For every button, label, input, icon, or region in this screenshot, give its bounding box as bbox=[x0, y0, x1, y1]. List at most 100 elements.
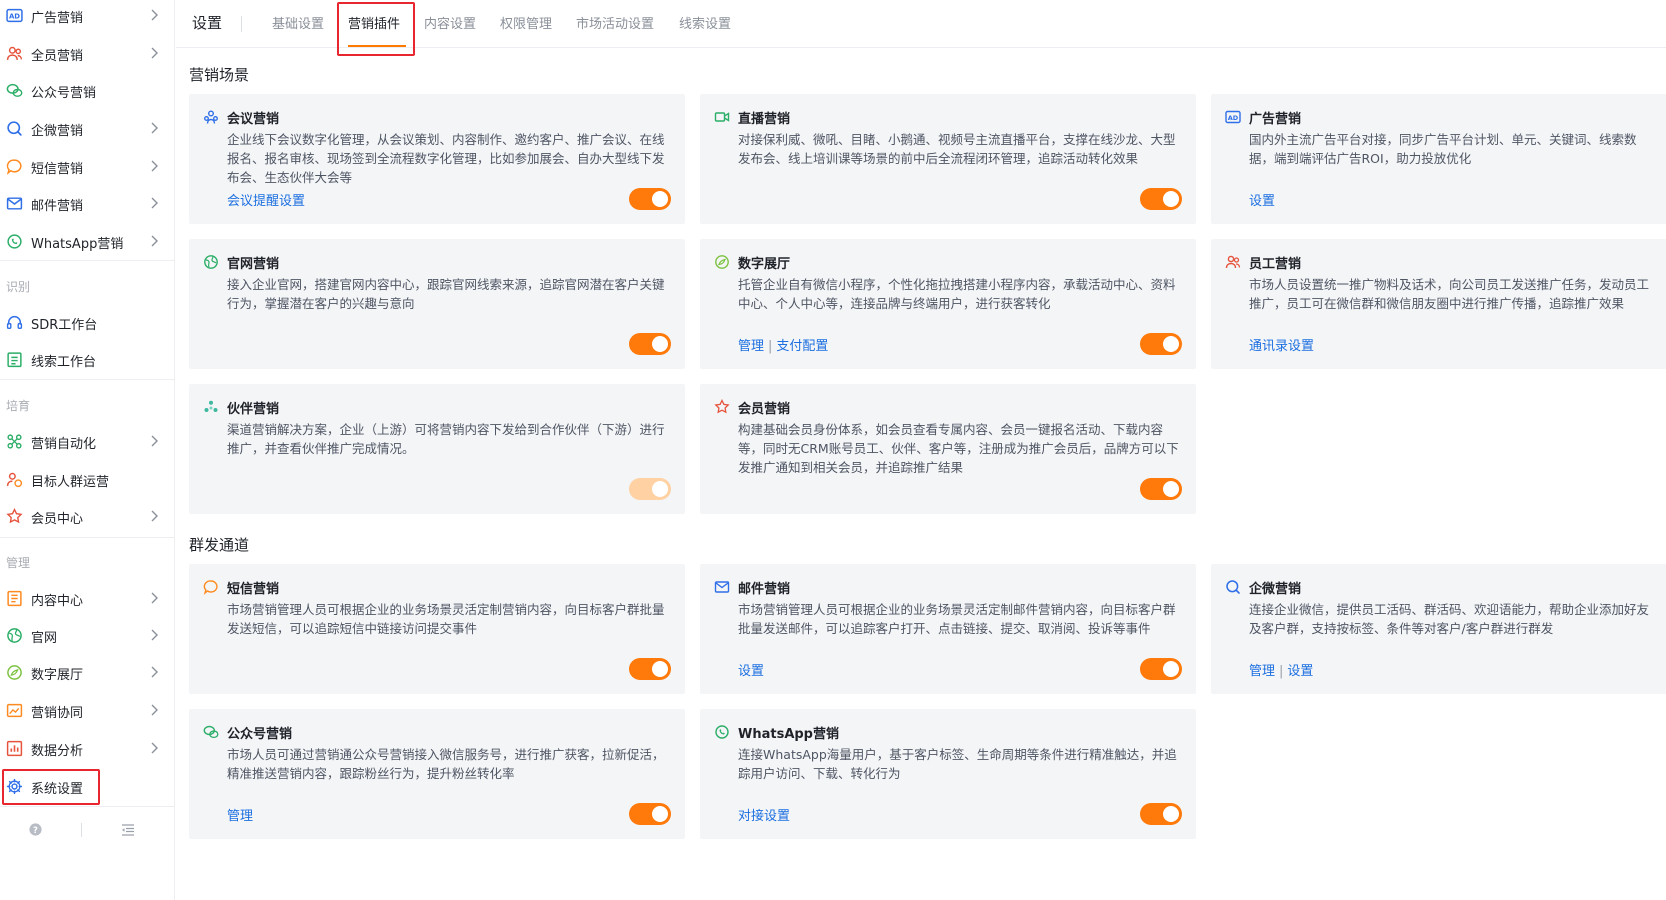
chart-icon bbox=[6, 740, 23, 757]
svg-text:AD: AD bbox=[1228, 114, 1239, 122]
tab-permission-management[interactable]: 权限管理 bbox=[500, 13, 552, 32]
toggle-knob bbox=[652, 481, 668, 497]
link-separator: | bbox=[1279, 664, 1284, 679]
sidebar-divider bbox=[0, 537, 175, 538]
sidebar-item-gear[interactable]: 系统设置 bbox=[0, 768, 175, 804]
footer-divider bbox=[81, 823, 82, 837]
card-title: 广告营销 bbox=[1249, 112, 1302, 127]
card-link[interactable]: 支付配置 bbox=[776, 339, 828, 354]
sidebar-item-label: 营销自动化 bbox=[31, 437, 97, 452]
wecom-icon bbox=[1225, 579, 1241, 595]
sidebar-item-clipboard[interactable]: 线索工作台 bbox=[0, 341, 175, 377]
enable-toggle[interactable] bbox=[629, 478, 671, 500]
tab-campaign-settings[interactable]: 市场活动设置 bbox=[576, 13, 654, 32]
card-link[interactable]: 设置 bbox=[738, 664, 764, 679]
card-description: 构建基础会员身份体系，如会员查看专属内容、会员一键报名活动、下载内容等，同时无C… bbox=[738, 422, 1179, 475]
chevron-right-icon bbox=[149, 628, 159, 642]
plugin-card-ad: AD 广告营销 国内外主流广告平台对接，同步广告平台计划、单元、关键词、线索数据，端… bbox=[1211, 94, 1666, 224]
card-link[interactable]: 管理 bbox=[738, 339, 764, 354]
card-links: 管理 | 设置 bbox=[1249, 660, 1313, 679]
enable-toggle[interactable] bbox=[629, 188, 671, 210]
sidebar-item-website[interactable]: 官网 bbox=[0, 617, 175, 653]
wechat-icon bbox=[6, 82, 23, 99]
headset-icon bbox=[6, 314, 23, 331]
sidebar-item-headset[interactable]: SDR工作台 bbox=[0, 304, 175, 340]
sidebar-section-label: 识别 bbox=[6, 280, 31, 294]
live-icon bbox=[714, 109, 730, 125]
mail-icon bbox=[714, 579, 730, 595]
chevron-right-icon bbox=[149, 159, 159, 173]
card-link[interactable]: 管理 bbox=[227, 809, 253, 824]
wechat-icon bbox=[203, 724, 219, 740]
card-title: 官网营销 bbox=[227, 257, 280, 272]
sidebar-item-member[interactable]: 会员中心 bbox=[0, 498, 175, 534]
sidebar-item-label: 线索工作台 bbox=[31, 355, 97, 370]
page-title: 设置 bbox=[192, 14, 223, 32]
collapse-icon[interactable] bbox=[120, 822, 136, 838]
enable-toggle[interactable] bbox=[629, 333, 671, 355]
enable-toggle[interactable] bbox=[1140, 478, 1182, 500]
sidebar-item-showroom[interactable]: 数字展厅 bbox=[0, 654, 175, 690]
sidebar-item-wechat[interactable]: 公众号营销 bbox=[0, 72, 175, 108]
card-description: 市场人员可通过营销通公众号营销接入微信服务号，进行推广获客，拉新促活，精准推送营… bbox=[227, 747, 665, 781]
card-title: 数字展厅 bbox=[738, 257, 791, 272]
chevron-right-icon bbox=[149, 234, 159, 248]
gear-icon bbox=[6, 778, 23, 795]
card-links: 管理 bbox=[227, 805, 253, 824]
card-description: 托管企业自有微信小程序，个性化拖拉拽搭建小程序内容，承载活动中心、资料中心、个人… bbox=[738, 277, 1176, 311]
enable-toggle[interactable] bbox=[1140, 188, 1182, 210]
tab-marketing-plugins[interactable]: 营销插件 bbox=[348, 13, 400, 32]
card-description: 接入企业官网，搭建官网内容中心，跟踪官网线索来源，追踪官网潜在客户关键行为，掌握… bbox=[227, 277, 665, 311]
plugin-card-mail: 邮件营销 市场营销管理人员可根据企业的业务场景灵活定制邮件营销内容，向目标客户群批… bbox=[700, 564, 1196, 694]
card-link[interactable]: 设置 bbox=[1287, 664, 1313, 679]
toggle-knob bbox=[652, 191, 668, 207]
enable-toggle[interactable] bbox=[1140, 333, 1182, 355]
toggle-knob bbox=[1163, 481, 1179, 497]
card-link[interactable]: 设置 bbox=[1249, 194, 1275, 209]
enable-toggle[interactable] bbox=[629, 803, 671, 825]
help-icon[interactable]: ? bbox=[28, 822, 43, 837]
card-link[interactable]: 管理 bbox=[1249, 664, 1275, 679]
card-title: 邮件营销 bbox=[738, 582, 791, 597]
sidebar-item-sms[interactable]: 短信营销 bbox=[0, 148, 175, 184]
sidebar-item-chart[interactable]: 数据分析 bbox=[0, 730, 175, 766]
svg-text:?: ? bbox=[33, 825, 38, 835]
toggle-knob bbox=[652, 661, 668, 677]
section-title-scenarios: 营销场景 bbox=[189, 66, 250, 84]
enable-toggle[interactable] bbox=[1140, 803, 1182, 825]
partner-icon bbox=[203, 399, 219, 415]
whatsapp-icon bbox=[714, 724, 730, 740]
mail-icon bbox=[6, 195, 23, 212]
tab-content-settings[interactable]: 内容设置 bbox=[424, 13, 476, 32]
tab-basic-settings[interactable]: 基础设置 bbox=[272, 13, 324, 32]
sidebar-item-mail[interactable]: 邮件营销 bbox=[0, 185, 175, 221]
toggle-knob bbox=[652, 806, 668, 822]
audience-icon bbox=[6, 471, 23, 488]
card-description: 连接WhatsApp海量用户，基于客户标签、生命周期等条件进行精准触达，并追踪用… bbox=[738, 747, 1177, 781]
card-link[interactable]: 通讯录设置 bbox=[1249, 339, 1314, 354]
enable-toggle[interactable] bbox=[1140, 658, 1182, 680]
card-links: 通讯录设置 bbox=[1249, 335, 1314, 354]
sidebar-item-label: 公众号营销 bbox=[31, 86, 97, 101]
card-title: 会员营销 bbox=[738, 402, 791, 417]
chevron-right-icon bbox=[149, 434, 159, 448]
sidebar-item-collab[interactable]: 营销协同 bbox=[0, 692, 175, 728]
card-link[interactable]: 对接设置 bbox=[738, 809, 790, 824]
tab-lead-settings[interactable]: 线索设置 bbox=[679, 13, 731, 32]
ad-icon: AD bbox=[6, 7, 23, 24]
sidebar-item-wecom[interactable]: 企微营销 bbox=[0, 110, 175, 146]
sidebar-item-ad[interactable]: AD 广告营销 bbox=[0, 0, 175, 33]
sidebar-item-label: 官网 bbox=[31, 631, 58, 646]
card-title: 直播营销 bbox=[738, 112, 791, 127]
sidebar-item-staff[interactable]: 全员营销 bbox=[0, 35, 175, 71]
card-link[interactable]: 会议提醒设置 bbox=[227, 194, 305, 209]
sidebar-item-whatsapp[interactable]: WhatsApp营销 bbox=[0, 223, 175, 259]
enable-toggle[interactable] bbox=[629, 658, 671, 680]
chevron-right-icon bbox=[149, 665, 159, 679]
sidebar-item-automation[interactable]: 营销自动化 bbox=[0, 423, 175, 459]
sidebar-item-label: 全员营销 bbox=[31, 49, 84, 64]
sidebar-item-content[interactable]: 内容中心 bbox=[0, 580, 175, 616]
showroom-icon bbox=[6, 664, 23, 681]
sidebar-item-audience[interactable]: 目标人群运营 bbox=[0, 461, 175, 497]
sidebar-item-label: SDR工作台 bbox=[31, 318, 98, 333]
